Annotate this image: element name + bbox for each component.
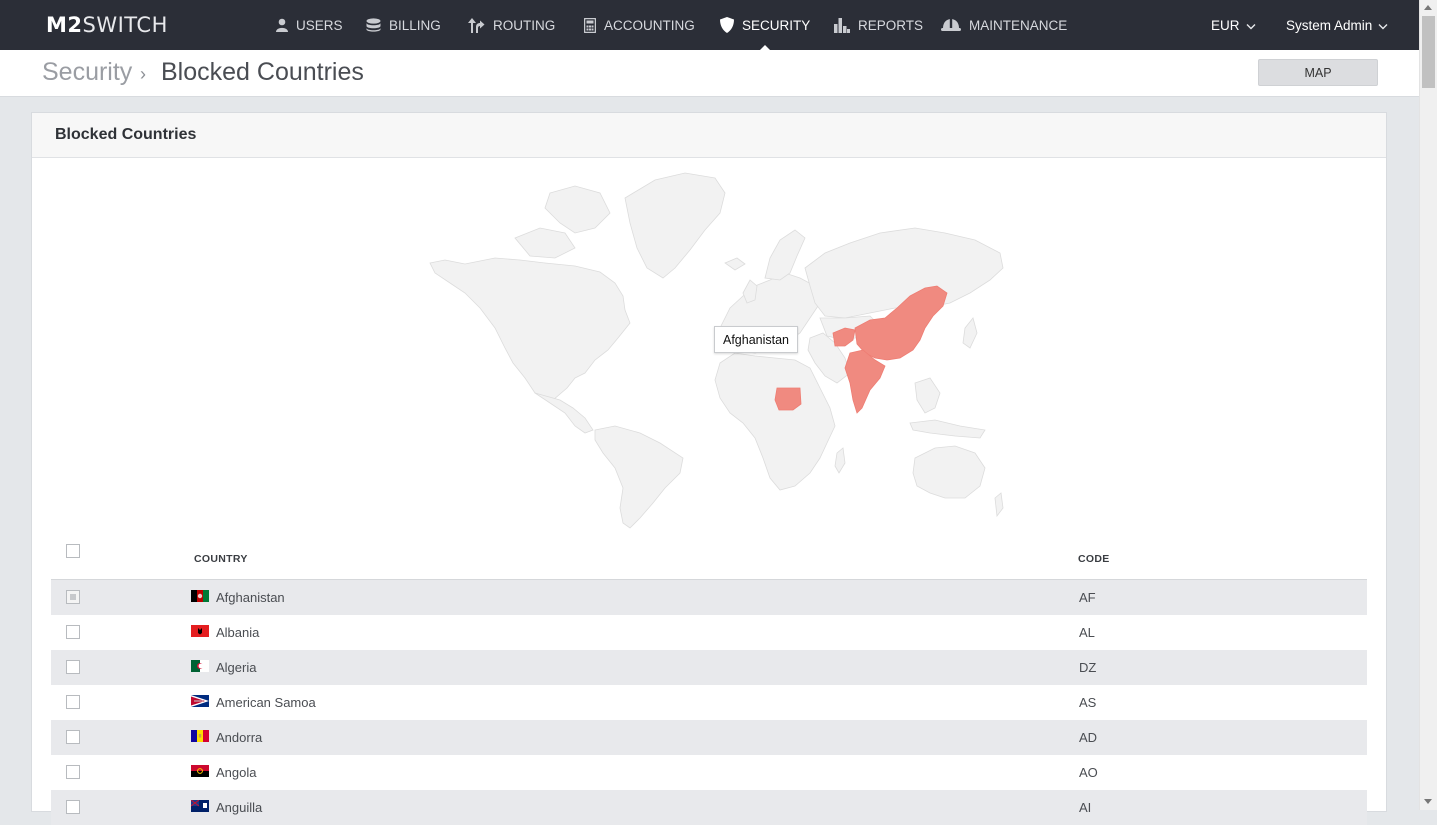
- map-region-new-zealand: [994, 492, 1004, 518]
- scrollbar-thumb[interactable]: [1422, 16, 1435, 88]
- map-region-japan: [962, 317, 978, 349]
- currency-label: EUR: [1211, 17, 1240, 33]
- breadcrumb-security[interactable]: Security: [42, 58, 132, 87]
- map-region-indonesia: [909, 419, 986, 439]
- page-title: Blocked Countries: [161, 58, 364, 86]
- chevron-down-icon: [1246, 18, 1256, 33]
- user-menu-dropdown[interactable]: System Admin: [1286, 0, 1388, 50]
- map-region-scandinavia: [764, 229, 806, 281]
- country-name: Afghanistan: [216, 590, 285, 605]
- database-icon: [366, 18, 381, 32]
- scroll-up-arrow-icon[interactable]: [1424, 5, 1432, 10]
- table-row[interactable]: Algeria DZ: [51, 650, 1367, 685]
- flag-albania-icon: [191, 625, 209, 637]
- nav-accounting[interactable]: ACCOUNTING: [584, 0, 695, 50]
- table-row[interactable]: Albania AL: [51, 615, 1367, 650]
- table-row[interactable]: Angola AO: [51, 755, 1367, 790]
- nav-routing[interactable]: ROUTING: [467, 0, 555, 50]
- row-checkbox[interactable]: [66, 590, 80, 604]
- row-checkbox[interactable]: [66, 625, 80, 639]
- flag-anguilla-icon: [191, 800, 209, 812]
- nav-reports-label: REPORTS: [858, 17, 924, 33]
- row-checkbox[interactable]: [66, 660, 80, 674]
- map-region-australia: [912, 445, 986, 499]
- map-region-southeast-asia: [914, 377, 941, 414]
- flag-angola-icon: [191, 765, 209, 777]
- flag-american-samoa-icon: [191, 695, 209, 707]
- nav-security-label: SECURITY: [742, 17, 811, 33]
- nav-users-label: USERS: [296, 17, 343, 33]
- calculator-icon: [584, 17, 596, 33]
- map-region-arctic-islands-2: [514, 227, 576, 259]
- currency-dropdown[interactable]: EUR: [1211, 0, 1256, 50]
- map-region-africa: [714, 352, 836, 491]
- panel-title: Blocked Countries: [32, 113, 1386, 158]
- table-row[interactable]: Afghanistan AF: [51, 580, 1367, 615]
- country-name: Albania: [216, 625, 260, 640]
- nav-routing-label: ROUTING: [493, 17, 556, 33]
- vertical-scrollbar[interactable]: [1419, 0, 1437, 810]
- country-name: Andorra: [216, 730, 263, 745]
- row-checkbox[interactable]: [66, 765, 80, 779]
- breadcrumb-separator: ›: [140, 64, 146, 84]
- map-button[interactable]: MAP: [1258, 59, 1378, 86]
- chevron-down-icon: [1378, 18, 1388, 33]
- breadcrumb: Security › Blocked Countries MAP: [0, 50, 1419, 97]
- map-tooltip: Afghanistan: [714, 326, 798, 353]
- country-name: Angola: [216, 765, 257, 780]
- map-country-india: [844, 349, 886, 414]
- table-row[interactable]: American Samoa AS: [51, 685, 1367, 720]
- map-region-iceland: [724, 257, 746, 271]
- flag-andorra-icon: [191, 730, 209, 742]
- map-region-south-america: [594, 425, 684, 529]
- country-code: AI: [1079, 800, 1092, 815]
- nav-billing[interactable]: BILLING: [366, 0, 441, 50]
- nav-security[interactable]: SECURITY: [720, 0, 810, 50]
- column-header-country[interactable]: COUNTRY: [194, 553, 248, 565]
- country-code: DZ: [1079, 660, 1097, 675]
- hard-hat-icon: [941, 18, 961, 32]
- flag-afghanistan-icon: [191, 590, 209, 602]
- select-all-checkbox[interactable]: [66, 544, 80, 558]
- flag-algeria-icon: [191, 660, 209, 672]
- country-name: Anguilla: [216, 800, 263, 815]
- country-code: AS: [1079, 695, 1097, 710]
- row-checkbox[interactable]: [66, 695, 80, 709]
- nav-reports[interactable]: REPORTS: [834, 0, 923, 50]
- app-logo[interactable]: M2SWITCH: [46, 13, 168, 37]
- country-code: AF: [1079, 590, 1096, 605]
- country-code: AL: [1079, 625, 1095, 640]
- nav-accounting-label: ACCOUNTING: [604, 17, 695, 33]
- nav-users[interactable]: USERS: [276, 0, 343, 50]
- top-navbar: M2SWITCH USERS BILLING ROUTING ACCOUNTIN…: [0, 0, 1419, 50]
- table-row[interactable]: Anguilla AI: [51, 790, 1367, 825]
- country-code: AD: [1079, 730, 1098, 745]
- nav-maintenance-label: MAINTENANCE: [969, 17, 1068, 33]
- shield-icon: [720, 17, 734, 33]
- routing-arrows-icon: [467, 17, 485, 33]
- bar-chart-icon: [834, 17, 850, 33]
- blocked-countries-panel: Blocked Countries Afghanistan COUNTRY CO…: [31, 112, 1387, 825]
- country-name: American Samoa: [216, 695, 316, 710]
- user-menu-label: System Admin: [1286, 17, 1373, 33]
- map-region-arctic-islands: [544, 185, 611, 234]
- map-region-central-america: [534, 392, 594, 434]
- table-header: COUNTRY CODE: [51, 533, 1367, 580]
- country-name: Algeria: [216, 660, 257, 675]
- column-header-code[interactable]: CODE: [1078, 553, 1110, 565]
- row-checkbox[interactable]: [66, 730, 80, 744]
- map-region-greenland: [624, 172, 726, 279]
- map-region-north-america: [429, 257, 631, 401]
- row-checkbox[interactable]: [66, 800, 80, 814]
- map-country-sudan: [774, 387, 802, 411]
- nav-maintenance[interactable]: MAINTENANCE: [941, 0, 1067, 50]
- country-code: AO: [1079, 765, 1098, 780]
- nav-billing-label: BILLING: [389, 17, 441, 33]
- map-region-madagascar: [834, 447, 846, 474]
- user-icon: [276, 18, 288, 32]
- logo-light-text: SWITCH: [82, 13, 168, 37]
- table-row[interactable]: Andorra AD: [51, 720, 1367, 755]
- logo-bold-text: M2: [46, 13, 83, 37]
- scroll-down-arrow-icon[interactable]: [1424, 799, 1432, 804]
